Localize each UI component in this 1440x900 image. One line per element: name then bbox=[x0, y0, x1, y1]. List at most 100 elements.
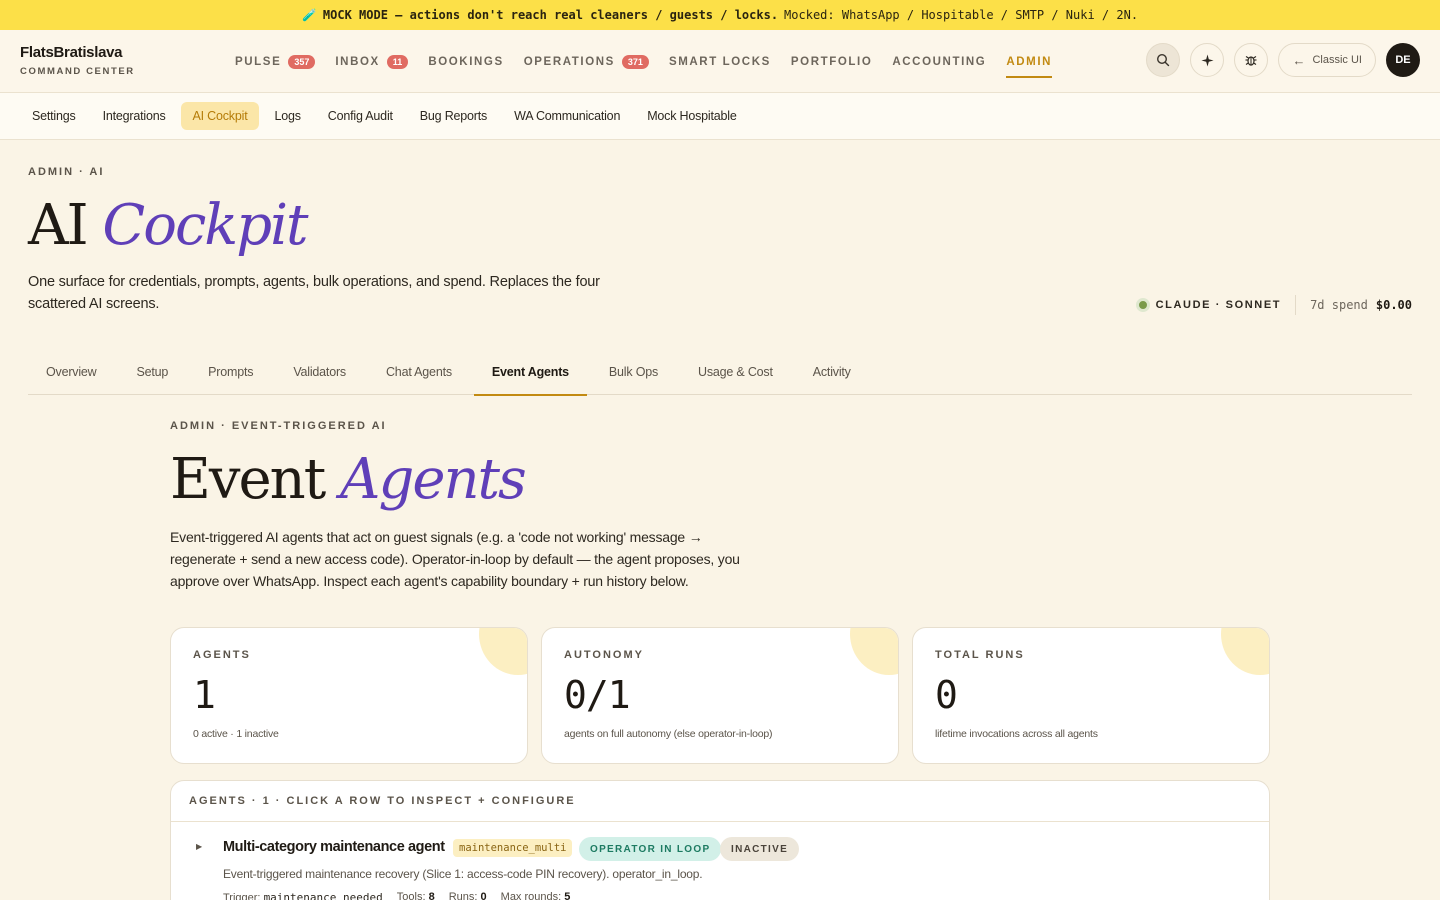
search-icon bbox=[1157, 53, 1170, 67]
nav-item-bookings[interactable]: BOOKINGS bbox=[428, 30, 503, 93]
classic-ui-button[interactable]: ← Classic UI bbox=[1278, 43, 1376, 77]
meta-tools: Tools: 8 bbox=[397, 891, 435, 900]
nav-item-label: SMART LOCKS bbox=[668, 55, 771, 68]
divider bbox=[1295, 295, 1297, 315]
tab-overview[interactable]: Overview bbox=[28, 348, 115, 395]
banner-text: Mocked: WhatsApp / Hospitable / SMTP / N… bbox=[784, 8, 1139, 22]
test-tube-icon: 🧪 bbox=[301, 8, 317, 22]
agent-meta: Trigger: maintenance_needed Tools: 8 Run… bbox=[223, 891, 584, 900]
meta-value: 8 bbox=[428, 891, 435, 900]
stat-value: 1 bbox=[193, 673, 216, 717]
spend-value: $0.00 bbox=[1375, 298, 1412, 312]
model-status: CLAUDE · SONNET 7d spend $0.00 bbox=[1135, 295, 1412, 315]
banner-bold-text: MOCK MODE — actions don't reach real cle… bbox=[322, 8, 779, 22]
nav-item-label: PULSE bbox=[235, 55, 282, 68]
bug-report-button[interactable] bbox=[1234, 43, 1269, 77]
section-eyebrow: ADMIN · EVENT-TRIGGERED AI bbox=[170, 420, 387, 432]
stat-card-agents: AGENTS 1 0 active · 1 inactive bbox=[170, 627, 528, 764]
subnav-item-integrations[interactable]: Integrations bbox=[91, 102, 178, 130]
stat-card-total-runs: TOTAL RUNS 0 lifetime invocations across… bbox=[912, 627, 1270, 764]
meta-value: 5 bbox=[564, 891, 571, 900]
agent-name: Multi-category maintenance agent bbox=[223, 839, 445, 855]
nav-item-portfolio[interactable]: PORTFOLIO bbox=[791, 30, 872, 93]
meta-label: Max rounds: bbox=[500, 891, 562, 900]
agents-table: AGENTS · 1 · CLICK A ROW TO INSPECT + CO… bbox=[170, 780, 1270, 900]
meta-label: Trigger: bbox=[223, 892, 261, 900]
meta-value: maintenance_needed bbox=[263, 891, 383, 900]
section-title: Event Agents bbox=[170, 444, 527, 516]
tab-bulk-ops[interactable]: Bulk Ops bbox=[591, 348, 676, 395]
status-badge: INACTIVE bbox=[720, 837, 800, 861]
nav-actions: ← Classic UI DE bbox=[1136, 43, 1420, 77]
nav-badge: 357 bbox=[288, 54, 316, 69]
nav-item-operations[interactable]: OPERATIONS 371 bbox=[524, 30, 649, 93]
agent-key: maintenance_multi bbox=[453, 839, 573, 857]
stat-label: AGENTS bbox=[193, 649, 251, 661]
section-description: Event-triggered AI agents that act on gu… bbox=[170, 529, 740, 589]
nav-item-accounting[interactable]: ACCOUNTING bbox=[892, 30, 986, 93]
tab-chat-agents[interactable]: Chat Agents bbox=[368, 348, 470, 395]
status-dot-icon bbox=[1135, 298, 1150, 312]
nav-item-admin[interactable]: ADMIN bbox=[1006, 30, 1052, 93]
meta-runs: Runs: 0 bbox=[449, 891, 487, 900]
subnav-item-wa-communication[interactable]: WA Communication bbox=[502, 102, 632, 130]
tab-validators[interactable]: Validators bbox=[275, 348, 364, 395]
subnav-item-bug-reports[interactable]: Bug Reports bbox=[408, 102, 499, 130]
subnav-item-logs[interactable]: Logs bbox=[262, 102, 312, 130]
stat-sub: 0 active · 1 inactive bbox=[193, 728, 279, 740]
tab-event-agents[interactable]: Event Agents bbox=[473, 348, 587, 396]
main-nav: PULSE 357 INBOX 11 BOOKINGS OPERATIONS 3… bbox=[235, 30, 1072, 93]
tab-prompts[interactable]: Prompts bbox=[190, 348, 271, 395]
page-title: AI Cockpit bbox=[28, 190, 309, 262]
page-eyebrow: ADMIN · AI bbox=[28, 166, 105, 178]
nav-item-smart-locks[interactable]: SMART LOCKS bbox=[669, 30, 771, 93]
mode-badge: OPERATOR IN LOOP bbox=[579, 837, 722, 861]
avatar[interactable]: DE bbox=[1386, 43, 1420, 77]
stat-label: TOTAL RUNS bbox=[935, 649, 1025, 661]
caret-right-icon[interactable]: ▶ bbox=[196, 842, 202, 851]
mock-mode-banner: 🧪 MOCK MODE — actions don't reach real c… bbox=[0, 0, 1440, 30]
nav-item-label: PORTFOLIO bbox=[790, 55, 873, 68]
top-nav: FlatsBratislava COMMAND CENTER PULSE 357… bbox=[0, 30, 1440, 93]
page-title-accent: Cockpit bbox=[102, 193, 308, 258]
subnav-item-settings[interactable]: Settings bbox=[20, 102, 88, 130]
section-title-plain: Event bbox=[170, 447, 326, 512]
brand-name: FlatsBratislava bbox=[20, 44, 123, 61]
page-title-plain: AI bbox=[28, 193, 89, 258]
nav-item-pulse[interactable]: PULSE 357 bbox=[235, 30, 316, 93]
agent-description: Event-triggered maintenance recovery (Sl… bbox=[223, 867, 703, 881]
card-decoration bbox=[850, 628, 898, 675]
meta-max-rounds: Max rounds: 5 bbox=[501, 891, 571, 900]
stat-sub: lifetime invocations across all agents bbox=[935, 728, 1098, 740]
tab-activity[interactable]: Activity bbox=[795, 348, 869, 395]
subnav-item-config-audit[interactable]: Config Audit bbox=[316, 102, 405, 130]
subnav-item-mock-hospitable[interactable]: Mock Hospitable bbox=[635, 102, 748, 130]
tab-usage-cost[interactable]: Usage & Cost bbox=[680, 348, 791, 395]
cockpit-tabs: Overview Setup Prompts Validators Chat A… bbox=[28, 348, 1412, 396]
meta-label: Tools: bbox=[396, 891, 426, 900]
subnav-item-ai-cockpit[interactable]: AI Cockpit bbox=[180, 102, 260, 130]
stat-label: AUTONOMY bbox=[564, 649, 644, 661]
section-title-accent: Agents bbox=[340, 447, 527, 512]
table-row[interactable]: ▶ Multi-category maintenance agent maint… bbox=[171, 822, 1269, 900]
arrow-left-icon: ← bbox=[1292, 52, 1306, 68]
tab-setup[interactable]: Setup bbox=[119, 348, 187, 395]
meta-trigger: Trigger: maintenance_needed bbox=[223, 891, 383, 900]
model-name: CLAUDE · SONNET bbox=[1155, 299, 1282, 311]
brand[interactable]: FlatsBratislava COMMAND CENTER bbox=[20, 44, 135, 77]
admin-subnav: Settings Integrations AI Cockpit Logs Co… bbox=[0, 93, 1440, 140]
nav-item-inbox[interactable]: INBOX 11 bbox=[335, 30, 409, 93]
nav-badge: 371 bbox=[621, 54, 649, 69]
nav-badge: 11 bbox=[386, 54, 409, 69]
search-button[interactable] bbox=[1146, 43, 1181, 77]
meta-label: Runs: bbox=[448, 891, 478, 900]
ai-assistant-button[interactable] bbox=[1190, 43, 1225, 77]
meta-value: 0 bbox=[480, 891, 487, 900]
brand-sub: COMMAND CENTER bbox=[20, 66, 135, 77]
bug-icon bbox=[1245, 56, 1257, 66]
stat-value: 0/1 bbox=[564, 673, 631, 717]
page-description: One surface for credentials, prompts, ag… bbox=[28, 274, 600, 312]
nav-item-label: BOOKINGS bbox=[428, 55, 504, 68]
nav-item-label: ACCOUNTING bbox=[892, 55, 987, 68]
agents-table-header: AGENTS · 1 · CLICK A ROW TO INSPECT + CO… bbox=[171, 781, 1269, 822]
